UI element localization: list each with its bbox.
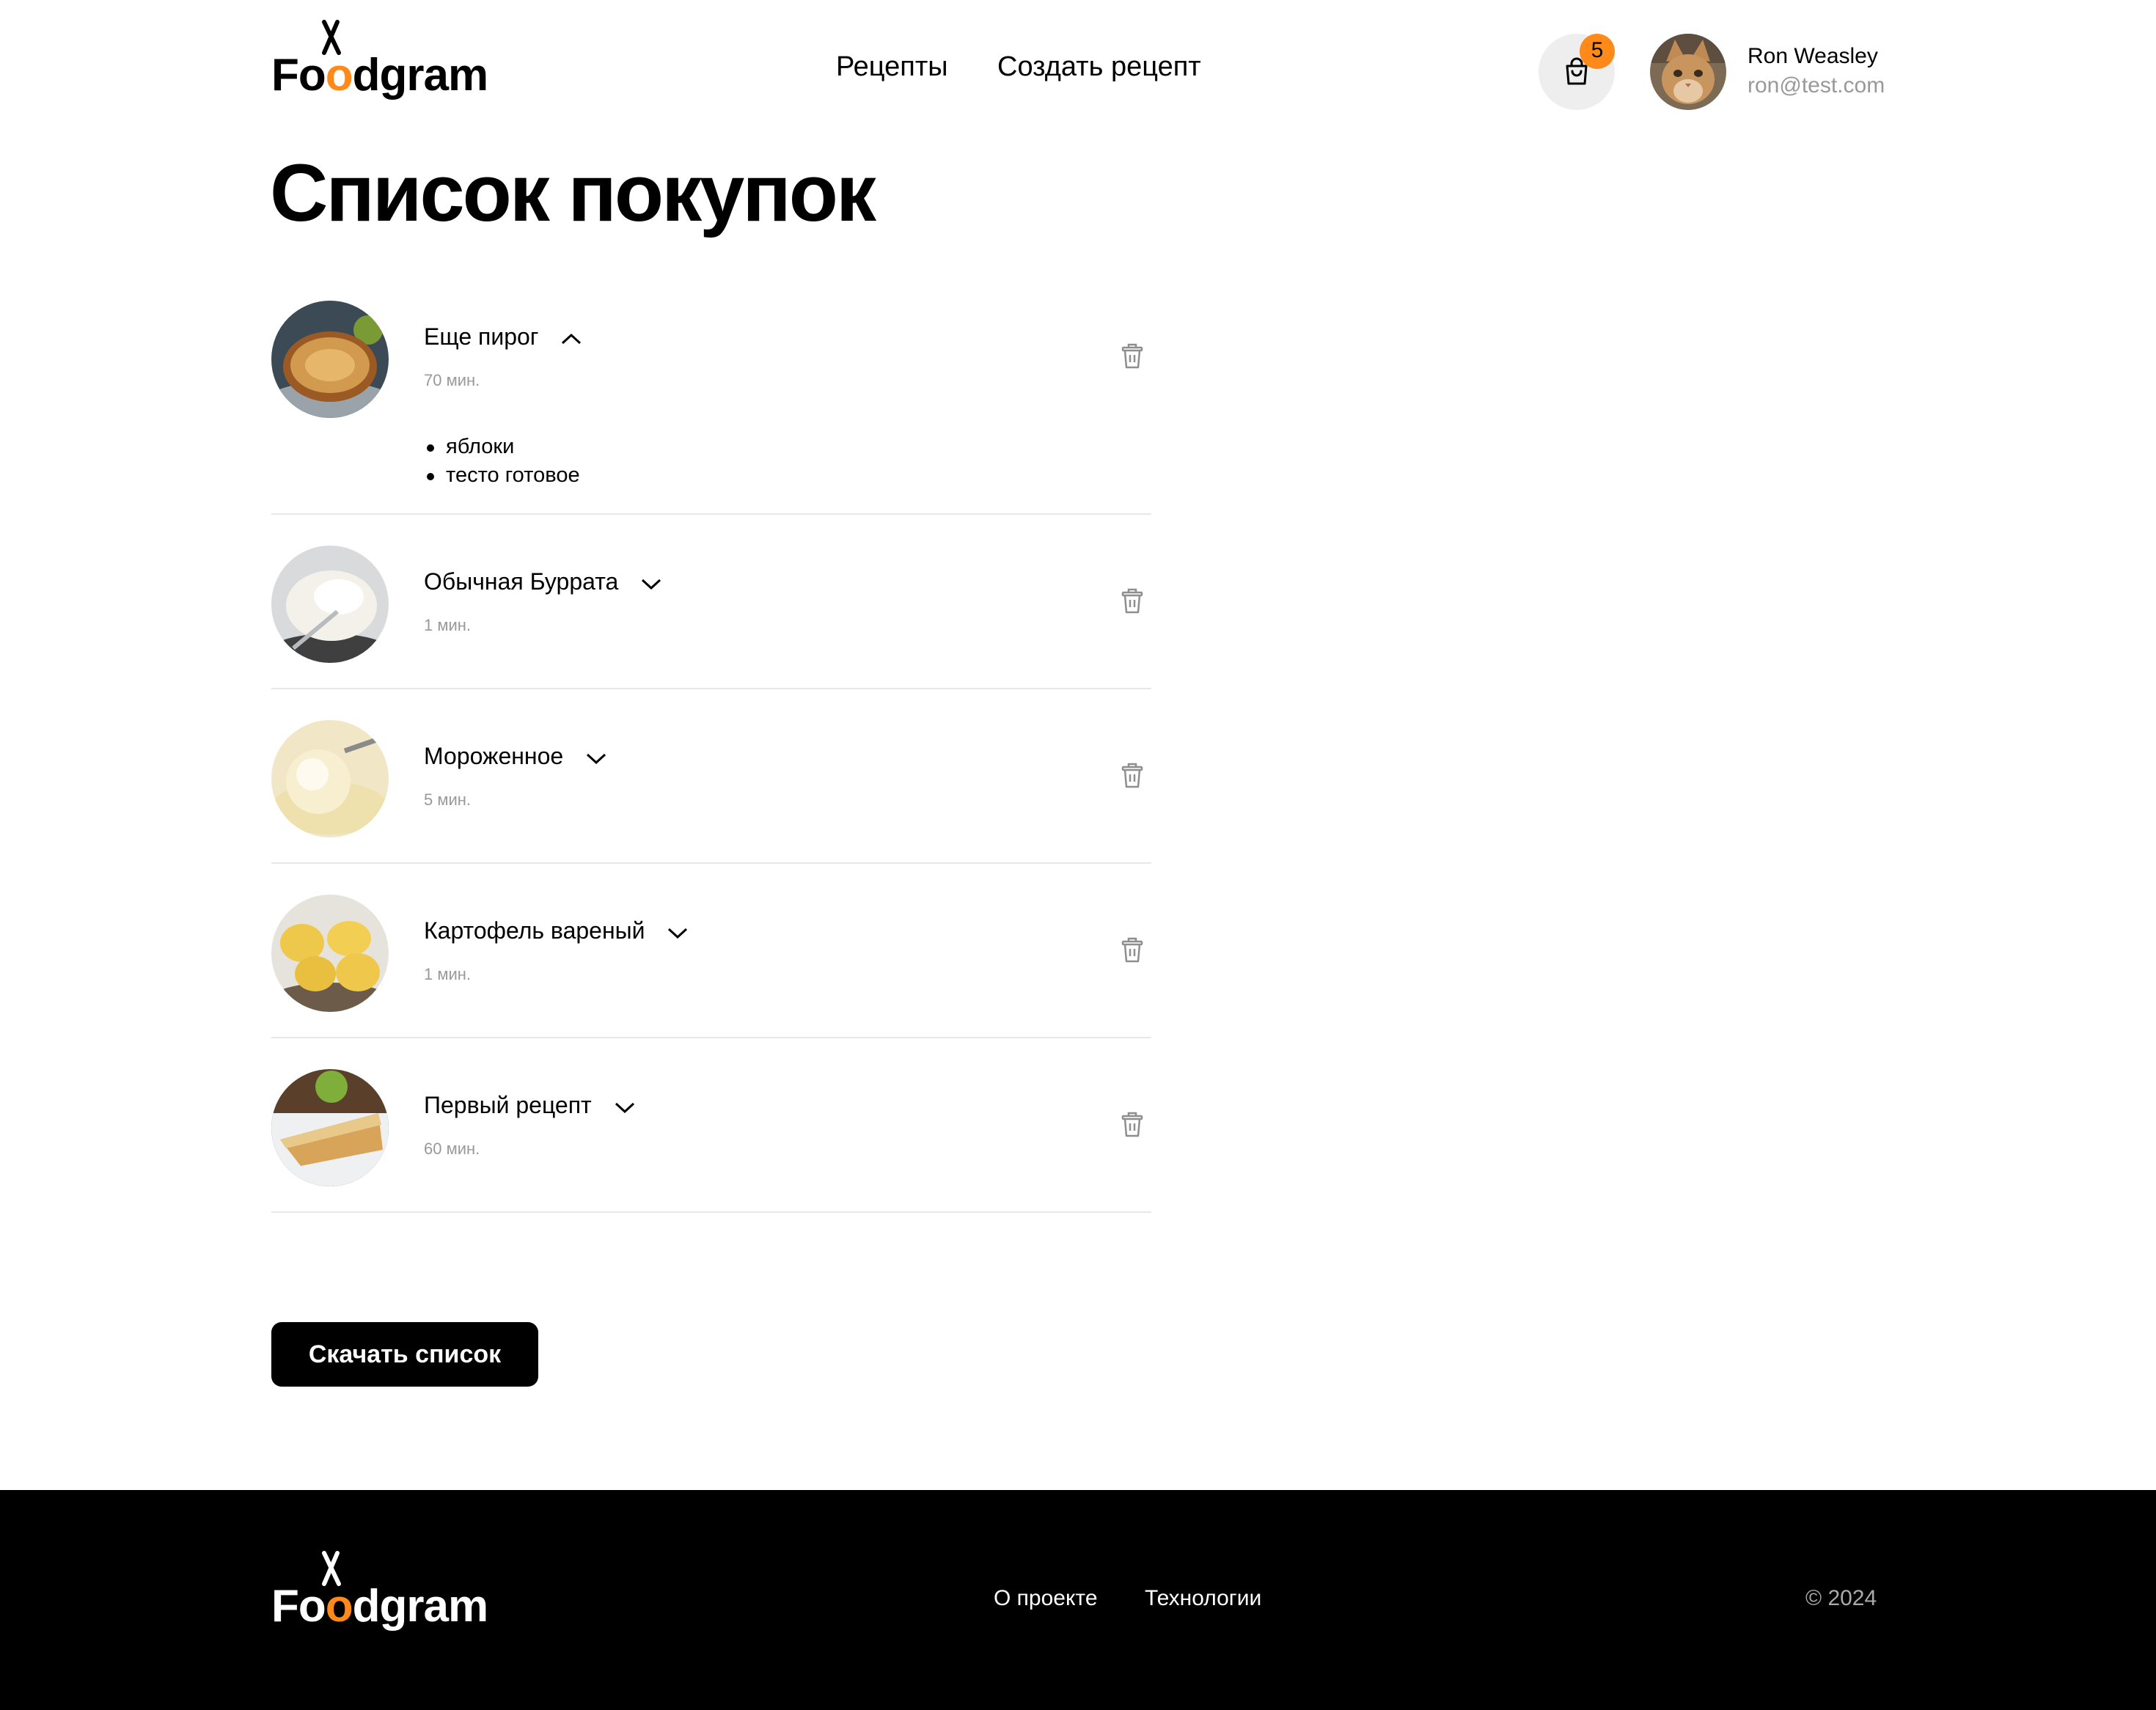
copyright: © 2024 [1805,1586,1877,1610]
recipe-name[interactable]: Картофель вареный [424,919,688,942]
ingredient-item: яблоки [424,433,580,461]
download-list-button[interactable]: Скачать список [271,1322,538,1387]
recipe-name-label: Обычная Буррата [424,568,619,595]
ice-cream-image [271,720,389,837]
user-email: ron@test.com [1748,73,1885,98]
recipe-name-label: Еще пирог [424,323,539,350]
recipe-time: 5 мин. [424,790,472,809]
ingredient-item: тесто готовое [424,461,580,490]
recipe-time: 1 мин. [424,616,472,634]
recipe-image[interactable] [271,546,389,663]
site-footer: Foodgram О проекте Технологии © 2024 [0,1490,2156,1710]
recipe-time: 60 мин. [424,1140,480,1158]
recipe-name-label: Первый рецепт [424,1092,592,1118]
logo-wordmark: Foodgram [271,1581,488,1632]
trash-icon[interactable] [1121,341,1144,370]
user-name: Ron Weasley [1748,44,1878,68]
chevron-down-icon[interactable] [615,1101,635,1113]
chevron-down-icon[interactable] [667,927,688,939]
pie-image [271,301,389,418]
recipe-time: 1 мин. [424,965,472,983]
recipe-image[interactable] [271,301,389,418]
pie-slice-image [271,1069,389,1186]
recipe-image[interactable] [271,895,389,1012]
trash-icon[interactable] [1121,586,1144,615]
site-header: Foodgram Рецепты Создать рецепт 5 Ron We… [0,0,2156,147]
list-item: Картофель вареный 1 мин. [271,864,1151,1038]
nav-recipes[interactable]: Рецепты [836,53,948,81]
recipe-image[interactable] [271,1069,389,1186]
list-item: Еще пирог 70 мин. яблоки тесто готовое [271,293,1151,515]
recipe-name[interactable]: Первый рецепт [424,1093,635,1117]
burrata-image [271,546,389,663]
trash-icon[interactable] [1121,935,1144,964]
chevron-up-icon[interactable] [561,333,582,345]
page-title: Список покупок [270,148,876,238]
foodgram-logo-footer[interactable]: Foodgram [271,1550,499,1631]
chevron-down-icon[interactable] [586,752,606,764]
shopping-list: Еще пирог 70 мин. яблоки тесто готовое О… [271,293,1151,1213]
list-item: Первый рецепт 60 мин. [271,1038,1151,1213]
chevron-down-icon[interactable] [641,578,661,590]
ingredient-list: яблоки тесто готовое [424,433,580,490]
footer-link-about[interactable]: О проекте [994,1588,1098,1610]
recipe-name[interactable]: Обычная Буррата [424,570,661,593]
avatar[interactable] [1650,34,1726,110]
trash-icon[interactable] [1121,1109,1144,1139]
cart-count-badge: 5 [1580,34,1615,69]
boiled-potato-image [271,895,389,1012]
recipe-image[interactable] [271,720,389,837]
nav-create-recipe[interactable]: Создать рецепт [997,53,1201,81]
recipe-name[interactable]: Еще пирог [424,325,582,348]
recipe-name-label: Картофель вареный [424,917,645,944]
logo-wordmark: Foodgram [271,50,488,100]
list-item: Мороженное 5 мин. [271,689,1151,864]
recipe-name-label: Мороженное [424,743,564,769]
footer-link-technologies[interactable]: Технологии [1145,1588,1261,1610]
list-item: Обычная Буррата 1 мин. [271,515,1151,689]
cat-avatar-image [1650,34,1726,110]
trash-icon[interactable] [1121,760,1144,790]
recipe-time: 70 мин. [424,371,480,389]
recipe-name[interactable]: Мороженное [424,744,606,768]
foodgram-logo[interactable]: Foodgram [271,19,499,100]
